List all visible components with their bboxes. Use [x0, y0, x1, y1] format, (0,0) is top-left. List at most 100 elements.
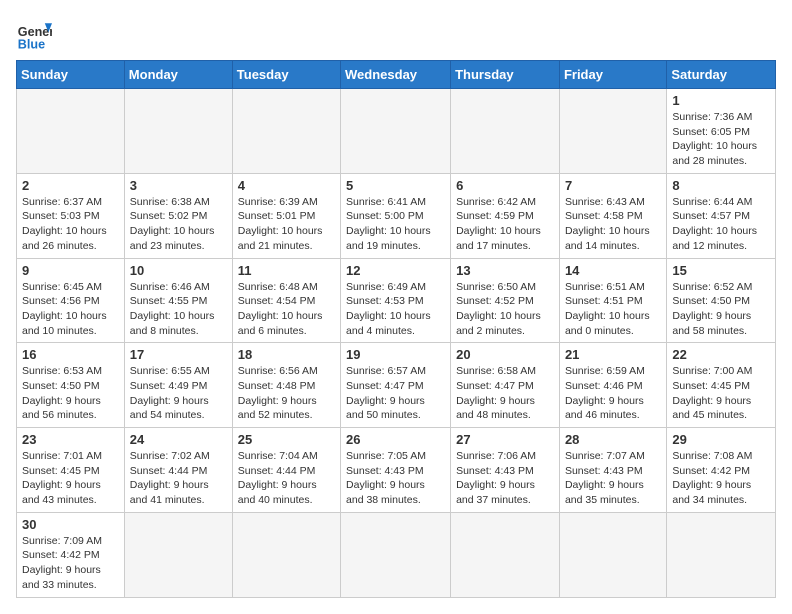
day-number: 7	[565, 178, 661, 193]
day-info: Sunrise: 6:49 AM Sunset: 4:53 PM Dayligh…	[346, 280, 445, 339]
calendar-row: 30 Sunrise: 7:09 AM Sunset: 4:42 PM Dayli…	[17, 512, 776, 597]
day-number: 30	[22, 517, 119, 532]
day-info: Sunrise: 6:58 AM Sunset: 4:47 PM Dayligh…	[456, 364, 554, 423]
day-number: 16	[22, 347, 119, 362]
calendar-row: 16 Sunrise: 6:53 AM Sunset: 4:50 PM Dayli…	[17, 343, 776, 428]
calendar-cell: 23 Sunrise: 7:01 AM Sunset: 4:45 PM Dayli…	[17, 428, 125, 513]
calendar-cell	[17, 89, 125, 174]
day-number: 25	[238, 432, 335, 447]
calendar-cell: 28 Sunrise: 7:07 AM Sunset: 4:43 PM Dayli…	[559, 428, 666, 513]
day-info: Sunrise: 7:04 AM Sunset: 4:44 PM Dayligh…	[238, 449, 335, 508]
calendar-cell: 18Sunrise: 6:56 AM Sunset: 4:48 PM Dayli…	[232, 343, 340, 428]
day-number: 17	[130, 347, 227, 362]
calendar-cell	[232, 89, 340, 174]
calendar-cell: 9 Sunrise: 6:45 AM Sunset: 4:56 PM Daylig…	[17, 258, 125, 343]
calendar-table: SundayMondayTuesdayWednesdayThursdayFrid…	[16, 60, 776, 598]
day-number: 8	[672, 178, 770, 193]
day-number: 19	[346, 347, 445, 362]
day-info: Sunrise: 7:36 AM Sunset: 6:05 PM Dayligh…	[672, 110, 770, 169]
day-info: Sunrise: 6:50 AM Sunset: 4:52 PM Dayligh…	[456, 280, 554, 339]
calendar-cell: 20 Sunrise: 6:58 AM Sunset: 4:47 PM Dayli…	[451, 343, 560, 428]
day-info: Sunrise: 6:59 AM Sunset: 4:46 PM Dayligh…	[565, 364, 661, 423]
weekday-header: Tuesday	[232, 61, 340, 89]
calendar-cell: 4 Sunrise: 6:39 AM Sunset: 5:01 PM Daylig…	[232, 173, 340, 258]
calendar-cell: 13Sunrise: 6:50 AM Sunset: 4:52 PM Dayli…	[451, 258, 560, 343]
calendar-cell: 17 Sunrise: 6:55 AM Sunset: 4:49 PM Dayli…	[124, 343, 232, 428]
calendar-cell	[559, 89, 666, 174]
day-number: 14	[565, 263, 661, 278]
day-info: Sunrise: 7:06 AM Sunset: 4:43 PM Dayligh…	[456, 449, 554, 508]
calendar-cell	[232, 512, 340, 597]
calendar-cell	[559, 512, 666, 597]
calendar-cell: 29 Sunrise: 7:08 AM Sunset: 4:42 PM Dayli…	[667, 428, 776, 513]
calendar-cell: 27 Sunrise: 7:06 AM Sunset: 4:43 PM Dayli…	[451, 428, 560, 513]
day-number: 22	[672, 347, 770, 362]
day-info: Sunrise: 6:37 AM Sunset: 5:03 PM Dayligh…	[22, 195, 119, 254]
calendar-cell: 8 Sunrise: 6:44 AM Sunset: 4:57 PM Daylig…	[667, 173, 776, 258]
calendar-cell: 10 Sunrise: 6:46 AM Sunset: 4:55 PM Dayli…	[124, 258, 232, 343]
day-info: Sunrise: 7:05 AM Sunset: 4:43 PM Dayligh…	[346, 449, 445, 508]
calendar-cell: 22Sunrise: 7:00 AM Sunset: 4:45 PM Dayli…	[667, 343, 776, 428]
day-info: Sunrise: 6:53 AM Sunset: 4:50 PM Dayligh…	[22, 364, 119, 423]
day-info: Sunrise: 6:44 AM Sunset: 4:57 PM Dayligh…	[672, 195, 770, 254]
calendar-row: 2Sunrise: 6:37 AM Sunset: 5:03 PM Daylig…	[17, 173, 776, 258]
logo-icon: General Blue	[16, 16, 52, 52]
calendar-cell	[341, 89, 451, 174]
calendar-cell: 24Sunrise: 7:02 AM Sunset: 4:44 PM Dayli…	[124, 428, 232, 513]
day-number: 20	[456, 347, 554, 362]
day-info: Sunrise: 6:43 AM Sunset: 4:58 PM Dayligh…	[565, 195, 661, 254]
day-number: 15	[672, 263, 770, 278]
day-number: 26	[346, 432, 445, 447]
weekday-header: Monday	[124, 61, 232, 89]
day-number: 29	[672, 432, 770, 447]
calendar-cell: 25 Sunrise: 7:04 AM Sunset: 4:44 PM Dayli…	[232, 428, 340, 513]
day-info: Sunrise: 6:41 AM Sunset: 5:00 PM Dayligh…	[346, 195, 445, 254]
calendar-cell	[124, 512, 232, 597]
calendar-cell	[451, 512, 560, 597]
day-info: Sunrise: 7:01 AM Sunset: 4:45 PM Dayligh…	[22, 449, 119, 508]
calendar-cell: 21 Sunrise: 6:59 AM Sunset: 4:46 PM Dayli…	[559, 343, 666, 428]
calendar-cell: 16 Sunrise: 6:53 AM Sunset: 4:50 PM Dayli…	[17, 343, 125, 428]
day-number: 28	[565, 432, 661, 447]
day-info: Sunrise: 7:08 AM Sunset: 4:42 PM Dayligh…	[672, 449, 770, 508]
day-number: 6	[456, 178, 554, 193]
day-number: 3	[130, 178, 227, 193]
weekday-header: Saturday	[667, 61, 776, 89]
weekday-header: Wednesday	[341, 61, 451, 89]
day-number: 12	[346, 263, 445, 278]
calendar-cell	[667, 512, 776, 597]
calendar-cell: 14 Sunrise: 6:51 AM Sunset: 4:51 PM Dayli…	[559, 258, 666, 343]
day-info: Sunrise: 6:55 AM Sunset: 4:49 PM Dayligh…	[130, 364, 227, 423]
calendar-cell	[124, 89, 232, 174]
day-info: Sunrise: 6:45 AM Sunset: 4:56 PM Dayligh…	[22, 280, 119, 339]
calendar-row: 1 Sunrise: 7:36 AM Sunset: 6:05 PM Daylig…	[17, 89, 776, 174]
day-info: Sunrise: 6:52 AM Sunset: 4:50 PM Dayligh…	[672, 280, 770, 339]
day-info: Sunrise: 7:02 AM Sunset: 4:44 PM Dayligh…	[130, 449, 227, 508]
day-number: 1	[672, 93, 770, 108]
calendar-cell: 12 Sunrise: 6:49 AM Sunset: 4:53 PM Dayli…	[341, 258, 451, 343]
day-number: 23	[22, 432, 119, 447]
calendar-cell: 15 Sunrise: 6:52 AM Sunset: 4:50 PM Dayli…	[667, 258, 776, 343]
logo: General Blue	[16, 16, 52, 52]
weekday-header-row: SundayMondayTuesdayWednesdayThursdayFrid…	[17, 61, 776, 89]
day-info: Sunrise: 6:57 AM Sunset: 4:47 PM Dayligh…	[346, 364, 445, 423]
day-info: Sunrise: 6:42 AM Sunset: 4:59 PM Dayligh…	[456, 195, 554, 254]
weekday-header: Friday	[559, 61, 666, 89]
day-number: 4	[238, 178, 335, 193]
day-number: 18	[238, 347, 335, 362]
weekday-header: Thursday	[451, 61, 560, 89]
day-info: Sunrise: 7:09 AM Sunset: 4:42 PM Dayligh…	[22, 534, 119, 593]
day-info: Sunrise: 7:07 AM Sunset: 4:43 PM Dayligh…	[565, 449, 661, 508]
day-number: 27	[456, 432, 554, 447]
day-info: Sunrise: 6:51 AM Sunset: 4:51 PM Dayligh…	[565, 280, 661, 339]
day-info: Sunrise: 6:46 AM Sunset: 4:55 PM Dayligh…	[130, 280, 227, 339]
svg-text:Blue: Blue	[18, 37, 45, 51]
weekday-header: Sunday	[17, 61, 125, 89]
calendar-cell	[451, 89, 560, 174]
day-info: Sunrise: 6:39 AM Sunset: 5:01 PM Dayligh…	[238, 195, 335, 254]
day-number: 5	[346, 178, 445, 193]
day-number: 21	[565, 347, 661, 362]
day-number: 9	[22, 263, 119, 278]
calendar-cell: 11Sunrise: 6:48 AM Sunset: 4:54 PM Dayli…	[232, 258, 340, 343]
day-number: 10	[130, 263, 227, 278]
